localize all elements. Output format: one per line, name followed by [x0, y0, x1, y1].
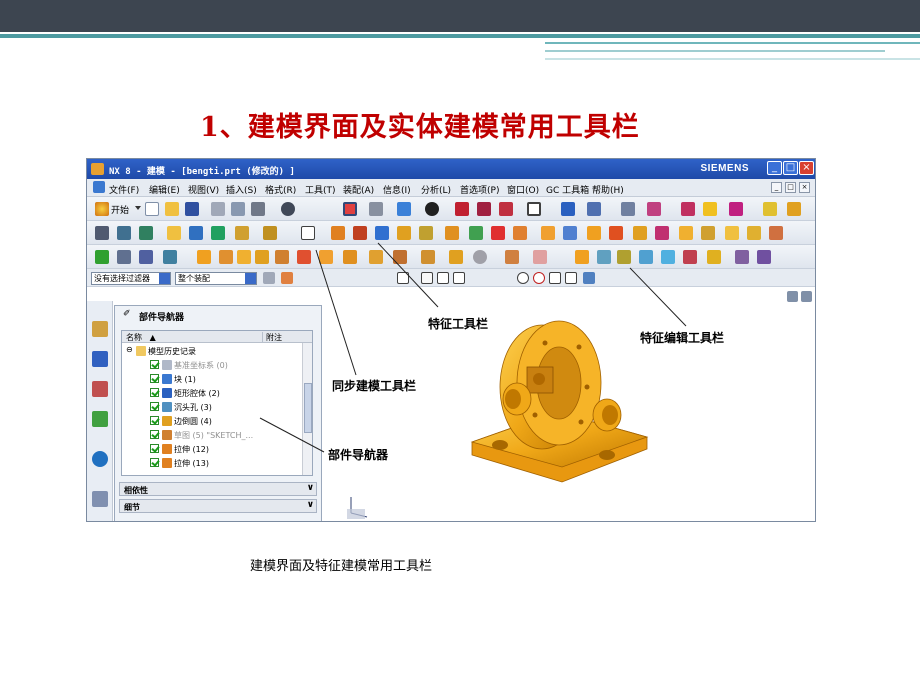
- part-navigator-callout: 部件导航器: [328, 448, 389, 462]
- slide-caption: 建模界面及特征建模常用工具栏: [250, 559, 433, 574]
- sync-toolbar-callout: 同步建模工具栏: [332, 379, 417, 393]
- feature-edit-toolbar-callout: 特征编辑工具栏: [640, 331, 725, 345]
- feature-toolbar-callout: 特征工具栏: [428, 317, 489, 331]
- callout-leader-lines: [259, 242, 687, 453]
